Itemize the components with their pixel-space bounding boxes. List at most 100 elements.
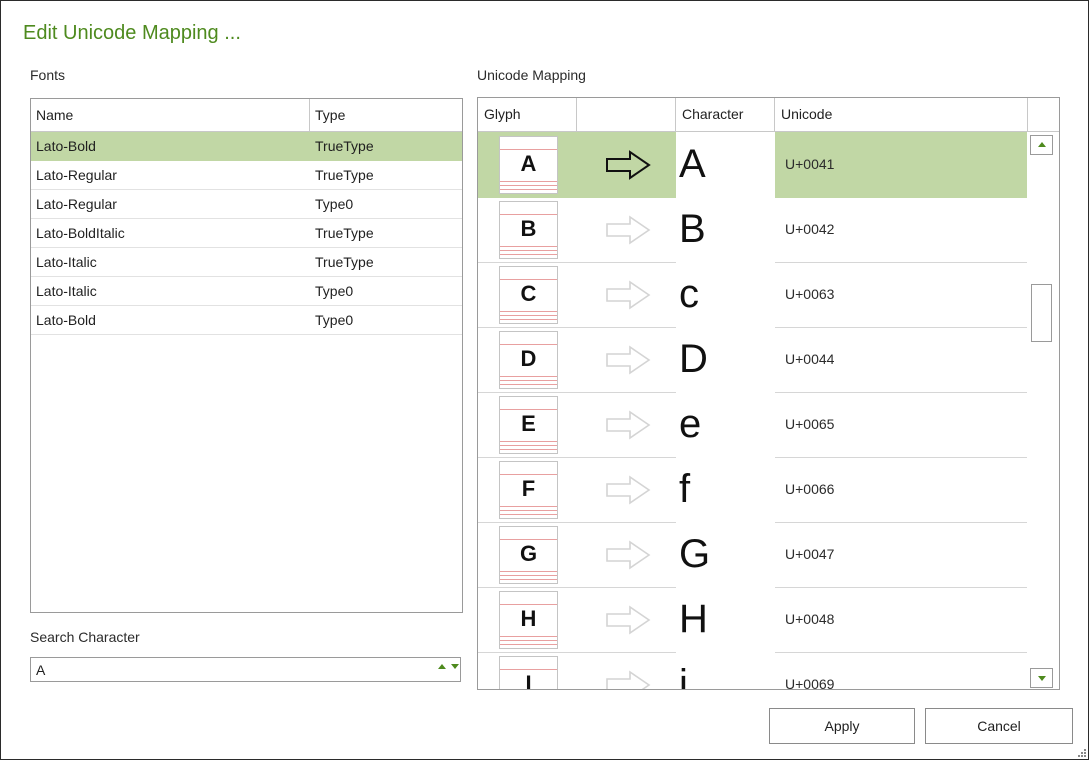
glyph-letter: I [525,671,532,689]
unicode-value: U+0042 [785,221,835,237]
scrollbar-thumb[interactable] [1031,284,1052,342]
mapped-character: c [679,272,699,316]
font-type: TrueType [315,254,374,270]
character-cell[interactable]: G [676,522,775,587]
mapped-character: B [679,207,706,251]
unicode-mapping-body: A A U+0041 B B U+0042 Cc U+0063 D D U+0044 Ee U+0065… [478,132,1027,689]
mapped-character: f [679,467,691,511]
chevron-up-icon [1038,142,1046,147]
arrow-right-icon [606,345,651,375]
character-cell[interactable]: i [676,652,775,689]
glyph-letter: F [521,476,536,501]
unicode-value: U+0063 [785,286,835,302]
column-header-unicode[interactable]: Unicode [775,98,1028,131]
scroll-down-button[interactable] [1030,668,1053,688]
arrow-right-icon [606,605,651,635]
unicode-value: U+0044 [785,351,835,367]
glyph-preview: A [499,136,558,194]
unicode-mapping-grid: Glyph Character Unicode A A U+0041 B B U+0042… [477,97,1060,690]
cancel-button[interactable]: Cancel [925,708,1073,744]
font-row[interactable]: Lato-Italic Type0 [31,277,462,306]
unicode-mapping-header: Glyph Character Unicode [478,98,1059,132]
character-cell[interactable]: H [676,587,775,652]
fonts-table-header: Name Type [31,99,462,132]
mapping-row[interactable]: H H U+0048 [478,587,1027,653]
arrow-right-icon [606,410,651,440]
font-row[interactable]: Lato-Italic TrueType [31,248,462,277]
arrow-right-icon [606,280,651,310]
mapped-character: D [679,337,708,381]
font-name: Lato-Regular [36,167,117,183]
font-row[interactable]: Lato-Regular TrueType [31,161,462,190]
font-type: Type0 [315,196,354,212]
font-name: Lato-Bold [36,312,96,328]
spin-up-icon[interactable] [438,664,446,669]
font-name: Lato-BoldItalic [36,225,125,241]
chevron-down-icon [1038,676,1046,681]
unicode-value: U+0041 [785,156,835,172]
glyph-preview: H [499,591,558,649]
column-header-arrow[interactable] [577,98,676,131]
mapping-row[interactable]: Ff U+0066 [478,457,1027,523]
unicode-value: U+0066 [785,481,835,497]
font-type: TrueType [315,167,374,183]
unicode-value: U+0047 [785,546,835,562]
resize-grip-icon[interactable] [1078,749,1086,757]
character-cell[interactable]: B [676,197,775,262]
arrow-right-icon [606,150,651,180]
font-name: Lato-Italic [36,283,97,299]
font-row[interactable]: Lato-Bold TrueType [31,132,462,161]
character-cell[interactable]: D [676,327,775,392]
mapping-row[interactable]: G G U+0047 [478,522,1027,588]
unicode-value: U+0069 [785,676,835,689]
font-name: Lato-Italic [36,254,97,270]
glyph-preview: I [499,656,558,689]
font-row[interactable]: Lato-Bold Type0 [31,306,462,335]
font-type: TrueType [315,138,374,154]
mapped-character: G [679,532,711,576]
glyph-preview: C [499,266,558,324]
font-row[interactable]: Lato-Regular Type0 [31,190,462,219]
column-header-character[interactable]: Character [676,98,775,131]
unicode-value: U+0065 [785,416,835,432]
column-header-name[interactable]: Name [31,99,310,131]
glyph-letter: E [521,411,536,436]
scroll-up-button[interactable] [1030,135,1053,155]
font-row[interactable]: Lato-BoldItalic TrueType [31,219,462,248]
glyph-preview: F [499,461,558,519]
glyph-letter: C [520,281,537,306]
glyph-preview: D [499,331,558,389]
spin-down-icon[interactable] [451,664,459,669]
font-type: Type0 [315,283,354,299]
glyph-letter: G [519,541,538,566]
dialog-title: Edit Unicode Mapping ... [23,22,241,44]
character-cell[interactable]: A [676,132,775,197]
arrow-right-icon [606,670,651,689]
fonts-label: Fonts [30,67,66,83]
mapping-row[interactable]: Ii U+0069 [478,652,1027,689]
glyph-preview: G [499,526,558,584]
column-header-glyph[interactable]: Glyph [478,98,577,131]
unicode-mapping-label: Unicode Mapping [477,67,586,83]
mapped-character: e [679,402,702,446]
mapping-row[interactable]: B B U+0042 [478,197,1027,263]
mapping-row[interactable]: A A U+0041 [478,132,1027,198]
column-header-type[interactable]: Type [310,99,462,131]
character-cell[interactable]: c [676,262,775,327]
glyph-letter: A [520,151,537,176]
mapping-row[interactable]: D D U+0044 [478,327,1027,393]
search-character-input[interactable] [31,658,416,681]
arrow-right-icon [606,215,651,245]
mapping-row[interactable]: Cc U+0063 [478,262,1027,328]
font-type: TrueType [315,225,374,241]
apply-button[interactable]: Apply [769,708,915,744]
glyph-preview: B [499,201,558,259]
character-cell[interactable]: e [676,392,775,457]
unicode-value: U+0048 [785,611,835,627]
fonts-table: Name Type Lato-Bold TrueType Lato-Regular T… [30,98,463,613]
mapped-character: H [679,597,708,641]
mapping-row[interactable]: Ee U+0065 [478,392,1027,458]
character-cell[interactable]: f [676,457,775,522]
vertical-scrollbar[interactable] [1028,132,1059,689]
glyph-letter: D [520,346,537,371]
